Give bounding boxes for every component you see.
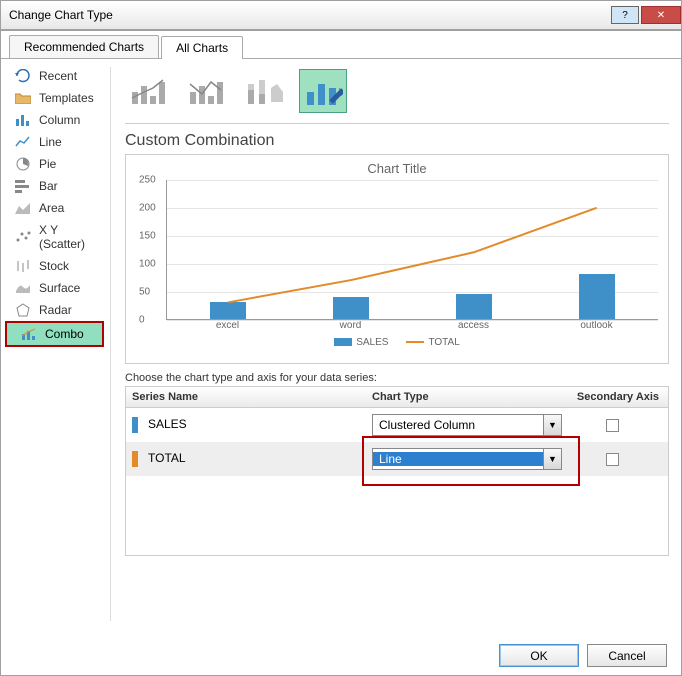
- series-row-sales: SALES Clustered Column▼: [126, 408, 668, 442]
- bar-icon: [15, 179, 31, 193]
- swatch-sales: [132, 417, 138, 433]
- highlight-combo: Combo: [5, 321, 104, 347]
- plot-area: 050100150200250: [166, 180, 658, 320]
- chevron-down-icon: ▼: [543, 415, 561, 435]
- category-list: Recent Templates Column Line Pie Bar Are…: [1, 59, 108, 629]
- category-surface[interactable]: Surface: [1, 277, 108, 299]
- series-row-total: TOTAL Line▼: [126, 442, 668, 476]
- dialog-footer: OK Cancel: [499, 644, 667, 667]
- title-bar: Change Chart Type ? ✕: [0, 0, 682, 30]
- pie-icon: [15, 157, 31, 171]
- category-scatter[interactable]: X Y (Scatter): [1, 219, 108, 255]
- chart-title: Chart Title: [136, 161, 658, 176]
- category-radar[interactable]: Radar: [1, 299, 108, 321]
- legend-swatch-bar: [334, 338, 352, 346]
- folder-icon: [15, 91, 31, 105]
- combo-subtype-1[interactable]: [125, 69, 173, 113]
- tab-recommended[interactable]: Recommended Charts: [9, 35, 159, 58]
- line-icon: [15, 135, 31, 149]
- category-combo[interactable]: Combo: [7, 323, 102, 345]
- area-icon: [15, 201, 31, 215]
- header-chart-type: Chart Type: [366, 387, 568, 407]
- category-column[interactable]: Column: [1, 109, 108, 131]
- main-panel: Custom Combination Chart Title 050100150…: [113, 59, 681, 629]
- swatch-total: [132, 451, 138, 467]
- category-recent[interactable]: Recent: [1, 65, 108, 87]
- content: Recent Templates Column Line Pie Bar Are…: [1, 59, 681, 629]
- surface-icon: [15, 281, 31, 295]
- chart-preview: Chart Title 050100150200250 excelwordacc…: [125, 154, 669, 364]
- stock-icon: [15, 259, 31, 273]
- series-axis-total: [562, 453, 662, 466]
- combo-subtype-3[interactable]: [241, 69, 289, 113]
- instruction-label: Choose the chart type and axis for your …: [125, 372, 669, 384]
- recent-icon: [15, 69, 31, 83]
- tab-strip: Recommended Charts All Charts: [1, 31, 681, 59]
- subtype-row: [125, 65, 669, 124]
- series-axis-sales: [562, 419, 662, 432]
- ok-button[interactable]: OK: [499, 644, 579, 667]
- tab-all-charts[interactable]: All Charts: [161, 36, 243, 59]
- series-table: Series Name Chart Type Secondary Axis SA…: [125, 386, 669, 556]
- category-area[interactable]: Area: [1, 197, 108, 219]
- category-bar[interactable]: Bar: [1, 175, 108, 197]
- combo-subtype-custom[interactable]: [299, 69, 347, 113]
- series-type-total: Line▼: [372, 448, 562, 470]
- chevron-down-icon: ▼: [543, 449, 561, 469]
- checkbox-sales-secondary[interactable]: [606, 419, 619, 432]
- legend: SALES TOTAL: [136, 337, 658, 348]
- header-secondary-axis: Secondary Axis: [568, 387, 668, 407]
- dialog-body: Recommended Charts All Charts Recent Tem…: [0, 30, 682, 676]
- chart-type-dropdown-total[interactable]: Line▼: [372, 448, 562, 470]
- window-buttons: ? ✕: [611, 6, 681, 24]
- series-name-sales: SALES: [132, 417, 372, 433]
- radar-icon: [15, 303, 31, 317]
- x-labels: excelwordaccessoutlook: [166, 320, 658, 331]
- chart-type-dropdown-sales[interactable]: Clustered Column▼: [372, 414, 562, 436]
- combo-subtype-2[interactable]: [183, 69, 231, 113]
- category-pie[interactable]: Pie: [1, 153, 108, 175]
- combo-icon: [21, 327, 37, 341]
- category-line[interactable]: Line: [1, 131, 108, 153]
- scatter-icon: [15, 230, 31, 244]
- series-name-total: TOTAL: [132, 451, 372, 467]
- cancel-button[interactable]: Cancel: [587, 644, 667, 667]
- checkbox-total-secondary[interactable]: [606, 453, 619, 466]
- window-title: Change Chart Type: [9, 8, 113, 22]
- series-type-sales: Clustered Column▼: [372, 414, 562, 436]
- section-title: Custom Combination: [125, 132, 669, 150]
- category-stock[interactable]: Stock: [1, 255, 108, 277]
- column-icon: [15, 113, 31, 127]
- legend-total: TOTAL: [406, 337, 459, 348]
- series-header: Series Name Chart Type Secondary Axis: [126, 387, 668, 408]
- category-templates[interactable]: Templates: [1, 87, 108, 109]
- header-series-name: Series Name: [126, 387, 366, 407]
- divider: [110, 67, 111, 621]
- legend-sales: SALES: [334, 337, 388, 348]
- legend-swatch-line: [406, 341, 424, 343]
- close-button[interactable]: ✕: [641, 6, 681, 24]
- help-button[interactable]: ?: [611, 6, 639, 24]
